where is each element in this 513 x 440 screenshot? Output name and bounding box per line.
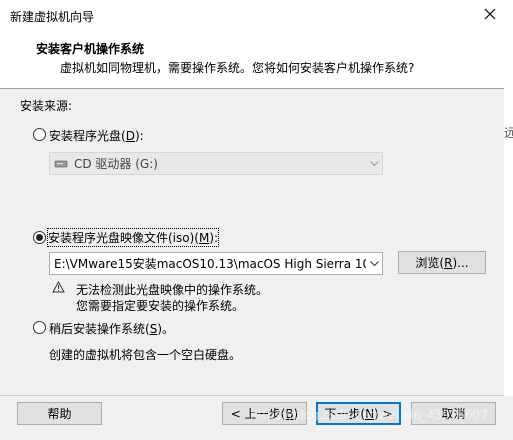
- label-text: 浏览(: [415, 256, 445, 270]
- label-end: ):: [209, 231, 219, 245]
- label-text: 安装程序光盘映像文件(iso)(: [48, 231, 199, 245]
- cd-drive-select[interactable]: CD 驱动器 (G:): [49, 152, 383, 175]
- radio-install-iso-label[interactable]: 安装程序光盘映像文件(iso)(M):: [46, 228, 220, 247]
- radio-install-iso[interactable]: [33, 231, 46, 244]
- chevron-down-icon[interactable]: [366, 253, 382, 274]
- iso-path-value: E:\VMware15安装macOS10.13\macOS High Sierr…: [54, 257, 366, 271]
- cd-drive-value: CD 驱动器 (G:): [74, 157, 158, 171]
- warning-text-line2: 您需要指定要安装的操作系统。: [76, 299, 245, 313]
- radio-install-disc-label[interactable]: 安装程序光盘(D):: [49, 127, 144, 144]
- warning-icon: [52, 280, 65, 296]
- install-source-label: 安装来源:: [20, 99, 73, 113]
- cd-drive-icon: [50, 159, 68, 169]
- accel-key: R: [444, 255, 453, 270]
- watermark-text: https://blog.csdn.net/wei xin_43916607: [250, 408, 488, 422]
- iso-path-combobox[interactable]: E:\VMware15安装macOS10.13\macOS High Sierr…: [49, 252, 383, 275]
- label-end: ):: [134, 129, 144, 143]
- radio-install-disc[interactable]: [33, 128, 46, 141]
- radio-install-later[interactable]: [33, 321, 46, 334]
- label-text: 稍后安装操作系统(: [49, 322, 150, 336]
- chevron-down-icon: [366, 153, 382, 174]
- label-text: 安装程序光盘(: [49, 129, 126, 143]
- help-button[interactable]: 帮助: [17, 402, 102, 425]
- radio-install-later-label[interactable]: 稍后安装操作系统(S)。: [49, 320, 174, 337]
- close-icon[interactable]: [478, 2, 502, 26]
- page-subtitle: 虚拟机如同物理机，需要操作系统。您将如何安装客户机操作系统?: [60, 61, 415, 75]
- install-later-description: 创建的虚拟机将包含一个空白硬盘。: [49, 348, 242, 362]
- page-title: 安装客户机操作系统: [36, 42, 145, 56]
- warning-text-line1: 无法检测此光盘映像中的操作系统。: [76, 283, 269, 297]
- label-end: )...: [452, 255, 469, 270]
- accel-key: M: [198, 231, 210, 245]
- label-end: )。: [157, 322, 174, 336]
- background-window-text: 远: [504, 126, 513, 140]
- window-title: 新建虚拟机向导: [10, 10, 95, 24]
- accel-key: D: [125, 129, 135, 143]
- browse-button[interactable]: 浏览(R)...: [398, 251, 486, 274]
